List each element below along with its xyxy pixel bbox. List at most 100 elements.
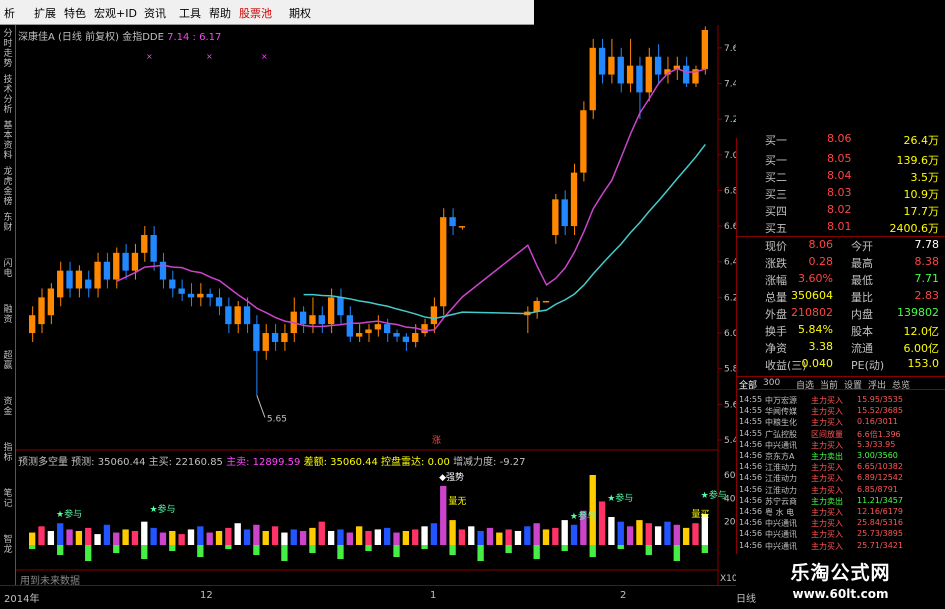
trade-tab[interactable]: 自选 (796, 378, 814, 391)
trade-stock: 华闻传媒 (765, 407, 797, 417)
volume-bar (430, 523, 438, 545)
trade-value: 5.3/33.95 (857, 439, 896, 449)
candle-body (626, 65, 634, 84)
price-axis-label: 7.40 (724, 79, 736, 89)
trade-tab[interactable]: 300 (763, 378, 780, 388)
volume-annotation: 量买 (691, 509, 709, 520)
volume-annotation: ◆强势 (439, 471, 464, 483)
candle-body (38, 297, 45, 325)
volume-neg-bar (449, 545, 456, 555)
stat-label: 总量 (765, 291, 787, 304)
volume-bar (309, 527, 316, 545)
trade-type: 主力买入 (811, 530, 843, 540)
stat-label: 外盘 (765, 308, 787, 321)
stat-value: 3.60% (798, 272, 833, 285)
side-tab[interactable]: 指标 (1, 443, 15, 463)
side-tab[interactable]: 基本资料 (1, 121, 15, 161)
volume-bar (178, 534, 185, 545)
menu-item[interactable]: 特色 (64, 5, 86, 21)
side-tab[interactable]: 笔记 (1, 489, 15, 509)
candle-body (29, 315, 36, 334)
volume-annotation: ★参与 (56, 508, 82, 520)
side-tab[interactable]: 闪电 (1, 259, 15, 279)
candle-body (701, 30, 708, 70)
stat-label: PE(动) (851, 359, 885, 372)
period-label: 日线 (736, 594, 756, 605)
volume-neg-bar (561, 545, 568, 551)
volume-neg-bar (337, 545, 344, 559)
volume-neg-bar (29, 545, 36, 549)
volume-bar (673, 524, 680, 545)
volume-bar (131, 531, 139, 545)
volume-axis-label: 20000 (724, 518, 736, 528)
stat-label: 量比 (851, 291, 873, 304)
stat-label: 净资 (765, 342, 787, 355)
bid-price: 8.06 (827, 132, 852, 145)
volume-header-item: 12899.59 (252, 457, 304, 468)
menu-item[interactable]: 宏观+ID (94, 5, 137, 21)
trade-stock: 粤 水 电 (765, 508, 795, 517)
trade-value: 6.65/10382 (857, 462, 903, 472)
stat-value: 3.38 (808, 340, 834, 353)
menu-item[interactable]: 资讯 (144, 5, 166, 21)
volume-neg-bar (141, 545, 148, 559)
menu-item[interactable]: 析 (4, 5, 15, 21)
volume-header-item: 预测多空量 预测: (18, 457, 98, 468)
candle-body (374, 324, 382, 330)
signal-marker: × (206, 52, 213, 61)
trade-value: 15.52/3685 (857, 406, 903, 416)
trade-tab[interactable]: 当前 (820, 378, 838, 391)
side-tab[interactable]: 智龙 (1, 535, 15, 555)
trade-time: 14:56 (739, 540, 763, 550)
side-tab[interactable]: 分时走势 (1, 29, 15, 69)
side-tab[interactable]: 技术分析 (1, 75, 15, 115)
bid-price: 8.01 (827, 220, 852, 233)
candle-body (570, 172, 578, 227)
volume-bar (626, 526, 634, 545)
candle-body (552, 199, 559, 235)
menu-item[interactable]: 扩展 (34, 5, 56, 21)
stat-label: 最高 (851, 257, 873, 270)
trade-value: 3.00/3560 (857, 451, 898, 460)
side-tab[interactable]: 龙虎金榜 (1, 167, 15, 207)
low-price-label: 5.65 (267, 414, 287, 424)
candle-body (94, 261, 101, 289)
side-tab[interactable]: 超赢 (1, 351, 15, 371)
menu-bar: 析 扩展 特色 宏观+ID 资讯 工具 帮助 股票池 期权 (0, 0, 534, 25)
volume-bar (355, 526, 363, 545)
candle-body (141, 235, 148, 253)
price-axis-label: 5.60 (724, 400, 736, 410)
trade-stock: 中粮生化 (765, 418, 797, 428)
bid-volume: 10.9万 (903, 188, 940, 201)
menu-item[interactable]: 帮助 (209, 5, 231, 21)
trade-row[interactable]: 14:56 中兴通讯 主力买入 25.71/3421 (739, 541, 939, 555)
menu-item[interactable]: 股票池 (239, 5, 272, 21)
trade-tab[interactable]: 总览 (892, 378, 910, 391)
stat-label: 换手 (765, 325, 787, 338)
candle-body (262, 333, 269, 351)
indicator-name: 金指DDE (122, 32, 164, 43)
trade-tab[interactable]: 设置 (844, 378, 862, 391)
limit-marker: 涨 (432, 435, 441, 446)
stat-row: 现价 8.06 今开 7.78 (739, 238, 943, 254)
volume-bar (103, 524, 111, 545)
volume-neg-bar (673, 545, 680, 561)
side-tab[interactable]: 融资 (1, 305, 15, 325)
side-tab[interactable]: 东财 (1, 213, 15, 233)
volume-bar (85, 527, 92, 545)
kline-chart[interactable]: 7.60 7.40 7.20 7.00 6.80 6.60 6.40 6.20 6.00 5.80… (16, 25, 736, 585)
volume-annotation: ★参与 (701, 489, 727, 501)
side-tab[interactable]: 资金 (1, 397, 15, 417)
volume-annotation: 量无 (448, 496, 466, 507)
menu-item[interactable]: 工具 (179, 5, 201, 21)
trade-tab[interactable]: 浮出 (868, 378, 886, 391)
menu-item[interactable]: 期权 (289, 5, 311, 21)
trade-tab[interactable]: 全部 (739, 378, 757, 391)
candle-body (636, 65, 643, 93)
stat-value: 139802 (897, 306, 939, 319)
stat-row: 净资 3.38 流通 6.00亿 (739, 340, 943, 356)
volume-bar (57, 523, 64, 545)
volume-bar (262, 531, 269, 545)
candle-body (122, 252, 129, 271)
bid-volume: 2400.6万 (889, 222, 940, 235)
